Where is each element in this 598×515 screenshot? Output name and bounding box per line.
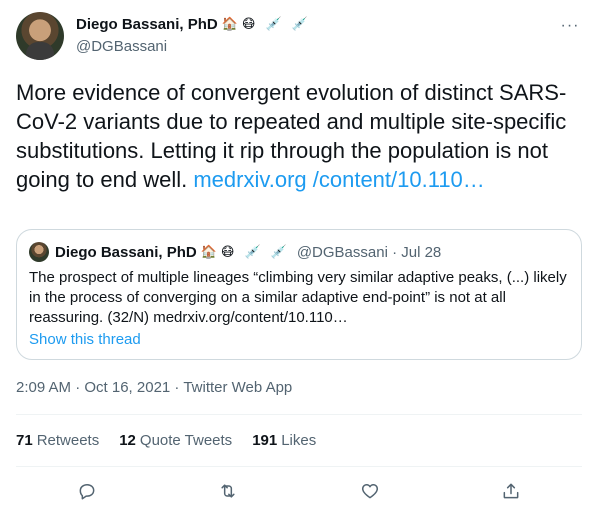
engagement-stats: 71 Retweets 12 Quote Tweets 191 Likes <box>16 432 316 449</box>
retweets-count: 71 <box>16 432 33 449</box>
likes-label: Likes <box>281 432 317 449</box>
divider <box>16 466 582 467</box>
mask-emoji: 😷 <box>220 244 235 260</box>
tweet-text: More evidence of convergent evolution of… <box>16 78 582 194</box>
author-name[interactable]: Diego Bassani, PhD <box>76 16 218 33</box>
heart-icon[interactable] <box>353 476 387 506</box>
mask-emoji: 😷 <box>241 17 256 32</box>
show-thread-link[interactable]: Show this thread <box>29 331 141 348</box>
syringe-emoji: 💉 <box>265 17 282 32</box>
author-name-row[interactable]: Diego Bassani, PhD 🏠 😷 💉 💉 <box>76 16 308 33</box>
quote-avatar <box>29 242 49 262</box>
quote-text: The prospect of multiple lineages “climb… <box>29 269 567 326</box>
share-icon[interactable] <box>494 476 528 506</box>
quote-meta: @DGBassani · Jul 28 <box>296 243 442 261</box>
syringe-emoji-2: 💉 <box>270 244 287 260</box>
tweet-link[interactable]: medrxiv.org /content/10.110… <box>193 167 484 192</box>
quote-author-name: Diego Bassani, PhD <box>55 243 197 261</box>
quote-tweets-stat[interactable]: 12 Quote Tweets <box>119 432 232 449</box>
action-bar <box>16 476 582 506</box>
retweets-stat[interactable]: 71 Retweets <box>16 432 99 449</box>
avatar[interactable] <box>16 12 64 60</box>
reply-icon[interactable] <box>70 476 104 506</box>
quote-tweets-count: 12 <box>119 432 136 449</box>
likes-stat[interactable]: 191 Likes <box>252 432 316 449</box>
quote-header: Diego Bassani, PhD 🏠 😷 💉 💉 @DGBassani · … <box>29 242 441 262</box>
author-handle[interactable]: @DGBassani <box>76 38 167 55</box>
tweet-timestamp[interactable]: 2:09 AM · Oct 16, 2021 · Twitter Web App <box>16 379 292 396</box>
house-emoji: 🏠 <box>221 17 238 32</box>
house-emoji: 🏠 <box>200 244 217 260</box>
divider <box>16 414 582 415</box>
retweets-label: Retweets <box>36 432 100 449</box>
quoted-tweet[interactable]: Diego Bassani, PhD 🏠 😷 💉 💉 @DGBassani · … <box>16 229 582 360</box>
tweet-header: Diego Bassani, PhD 🏠 😷 💉 💉 @DGBassani ··… <box>16 12 582 62</box>
retweet-icon[interactable] <box>211 476 245 506</box>
likes-count: 191 <box>252 432 278 449</box>
more-icon[interactable]: ··· <box>558 14 582 38</box>
quote-tweets-label: Quote Tweets <box>139 432 233 449</box>
syringe-emoji-2: 💉 <box>291 17 308 32</box>
syringe-emoji: 💉 <box>244 244 261 260</box>
